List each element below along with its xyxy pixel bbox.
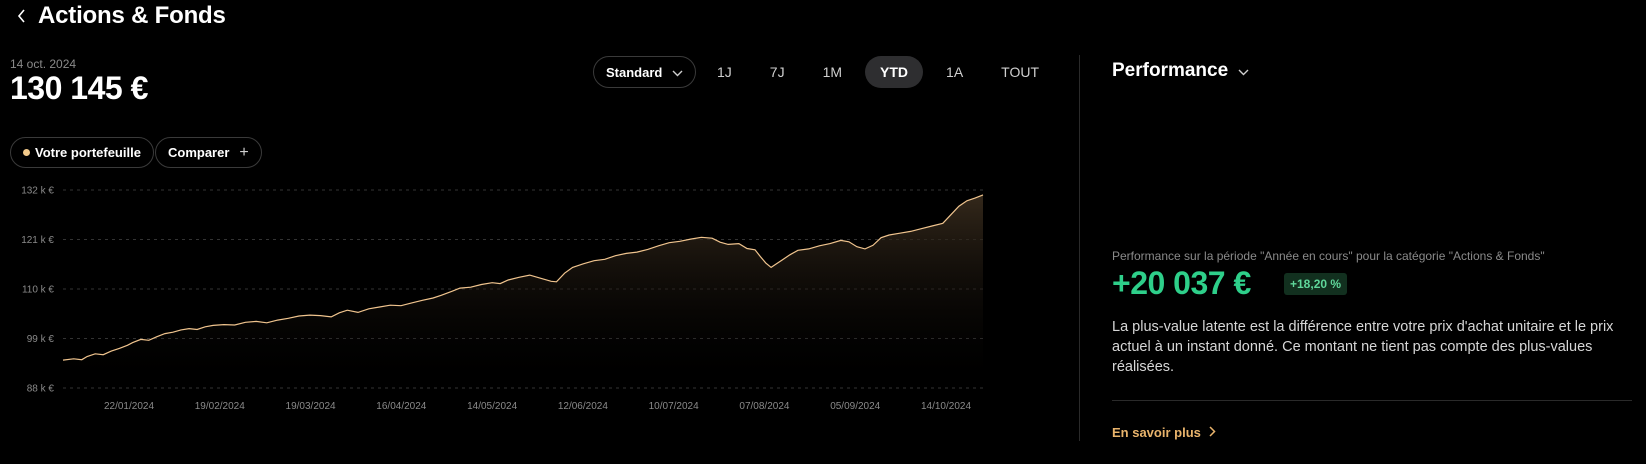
tab-7j[interactable]: 7J [755,56,800,88]
portfolio-date: 14 oct. 2024 [10,57,77,71]
tab-ytd[interactable]: YTD [865,56,924,88]
performance-dropdown[interactable]: Performance [1112,60,1249,82]
tab-1j[interactable]: 1J [702,56,747,88]
y-tick-label: 88 k € [27,384,55,395]
x-tick-label: 12/06/2024 [558,401,608,412]
x-tick-label: 10/07/2024 [649,401,699,412]
portfolio-chart: 132 k € 121 k € 110 k € 99 k € 88 k € 22/01/… [21,186,984,412]
standard-label: Standard [606,64,663,80]
chevron-right-icon [1209,425,1216,440]
portfolio-value: 130 145 € [10,70,148,106]
compare-button[interactable]: Comparer + [155,137,262,168]
portfolio-toggle-button[interactable]: Votre portefeuille [10,137,154,168]
performance-title: Performance [1112,60,1229,81]
learn-more-link[interactable]: En savoir plus [1112,425,1216,440]
section-divider [1112,400,1632,401]
standard-dropdown[interactable]: Standard [593,56,697,88]
y-tick-label: 99 k € [27,334,55,345]
panel-divider [1079,55,1080,441]
portfolio-dot-icon [23,149,30,156]
portfolio-panel: 14 oct. 2024 130 145 € Votre portefeuill… [0,0,1040,464]
plus-icon: + [239,143,249,161]
chevron-down-icon [1238,60,1249,82]
learn-more-label: En savoir plus [1112,425,1201,440]
y-tick-label: 110 k € [22,285,54,296]
portfolio-toggle-label: Votre portefeuille [35,145,141,160]
tab-tout[interactable]: TOUT [986,56,1054,88]
performance-description: Performance sur la période "Année en cou… [1112,249,1545,263]
y-tick-label: 121 k € [21,235,54,246]
tab-1m[interactable]: 1M [808,56,857,88]
time-range-tabs: 1J 7J 1M YTD 1A TOUT [702,56,1062,88]
performance-amount: +20 037 € [1112,265,1251,301]
x-tick-label: 07/08/2024 [739,401,789,412]
performance-percent-badge: +18,20 % [1284,273,1348,295]
x-tick-label: 14/05/2024 [467,401,517,412]
y-tick-label: 132 k € [21,186,54,197]
x-tick-label: 16/04/2024 [376,401,426,412]
x-tick-label: 14/10/2024 [921,401,971,412]
tab-1a[interactable]: 1A [931,56,978,88]
x-tick-label: 22/01/2024 [104,401,154,412]
x-tick-label: 19/02/2024 [195,401,245,412]
performance-panel: Performance Performance sur la période "… [1112,0,1632,464]
x-tick-label: 19/03/2024 [286,401,336,412]
performance-explanation: La plus-value latente est la différence … [1112,319,1614,375]
compare-label: Comparer [168,145,230,160]
series-area [63,194,983,388]
chevron-down-icon [672,65,683,80]
x-tick-label: 05/09/2024 [830,401,880,412]
